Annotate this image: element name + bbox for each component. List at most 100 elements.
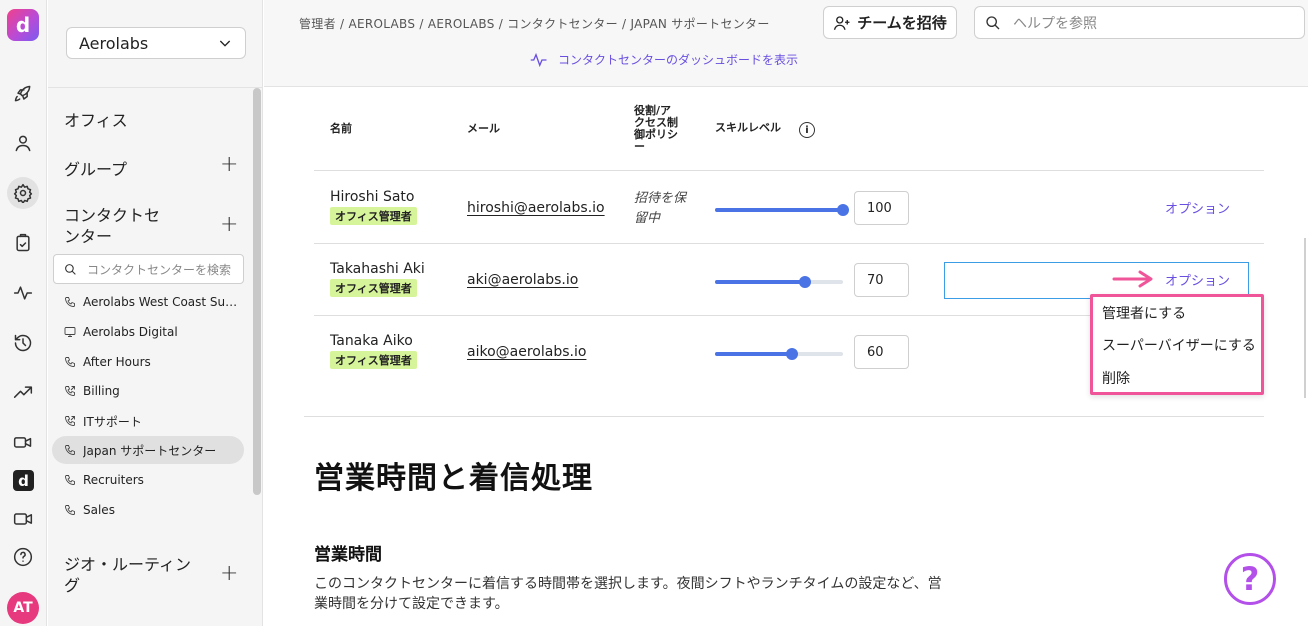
sidenav-scrollbar[interactable] <box>253 88 261 495</box>
clipboard-icon[interactable] <box>7 227 39 259</box>
member-name: Takahashi Aki <box>330 261 425 277</box>
column-header-role: 役割/ア クセス制 御ポリシ ー <box>634 105 684 153</box>
help-icon[interactable] <box>7 541 39 573</box>
skill-slider-thumb[interactable] <box>785 348 798 360</box>
nav-item-label: ITサポート <box>83 414 142 429</box>
phone-icon <box>65 297 75 307</box>
nav-section-group[interactable]: グループ <box>64 156 127 180</box>
skill-level-input[interactable]: 70 <box>854 263 909 297</box>
options-link[interactable]: オプション <box>1165 198 1230 217</box>
skill-slider[interactable] <box>715 348 843 360</box>
column-header-skill: スキルレベル <box>715 121 781 134</box>
page-header: 管理者 / AEROLABS / AEROLABS / コンタクトセンター / … <box>264 0 1308 87</box>
skill-slider[interactable] <box>715 204 849 216</box>
chevron-down-icon <box>219 40 231 47</box>
member-email-link[interactable]: aiko@aerolabs.io <box>467 344 586 360</box>
skill-slider-thumb[interactable] <box>798 276 811 288</box>
member-email-link[interactable]: hiroshi@aerolabs.io <box>467 200 605 216</box>
skill-slider[interactable] <box>715 276 843 288</box>
dialpad-app-icon[interactable]: d <box>13 470 34 491</box>
help-button[interactable]: ? <box>1224 553 1276 605</box>
nav-item-recruiters[interactable]: Recruiters <box>52 466 244 494</box>
help-search-placeholder: ヘルプを参照 <box>1013 15 1097 32</box>
rocket-icon[interactable] <box>7 78 39 110</box>
phone-icon <box>65 357 75 367</box>
trending-up-icon[interactable] <box>7 377 39 409</box>
section-title: 営業時間と着信処理 <box>314 461 593 496</box>
menu-item-delete[interactable]: 削除 <box>1102 368 1130 388</box>
member-name: Tanaka Aiko <box>330 333 413 349</box>
add-person-icon <box>834 15 850 30</box>
page-scrollbar[interactable] <box>1304 238 1306 398</box>
nav-section-contact-center[interactable]: コンタクトセンター <box>64 205 174 247</box>
monitor-icon <box>64 327 76 337</box>
phone-forward-icon <box>65 416 75 426</box>
nav-item-label: After Hours <box>83 355 151 369</box>
video-camera-icon[interactable] <box>7 426 39 458</box>
divider <box>48 87 263 88</box>
subsection-title: 営業時間 <box>314 545 382 565</box>
nav-item-west-coast[interactable]: Aerolabs West Coast Supp... <box>52 288 244 316</box>
menu-item-make-supervisor[interactable]: スーパーバイザーにする <box>1102 335 1256 355</box>
phone-icon <box>65 475 75 485</box>
skill-slider-fill <box>715 352 792 356</box>
nav-item-label: Aerolabs West Coast Supp... <box>83 295 244 309</box>
dialpad-logo[interactable]: d <box>7 9 39 41</box>
options-dropdown-menu: 管理者にする スーパーバイザーにする 削除 <box>1090 294 1264 395</box>
nav-item-billing[interactable]: Billing <box>52 377 244 405</box>
phone-forward-icon <box>65 386 75 396</box>
table-divider <box>314 243 1264 244</box>
contact-center-search-placeholder: コンタクトセンターを検索 <box>87 262 232 277</box>
nav-section-office[interactable]: オフィス <box>64 107 128 131</box>
column-header-name: 名前 <box>330 122 352 135</box>
contact-center-search[interactable]: コンタクトセンターを検索 <box>53 254 244 284</box>
options-link[interactable]: オプション <box>1165 270 1230 289</box>
nav-item-digital[interactable]: Aerolabs Digital <box>52 318 244 346</box>
search-icon <box>986 15 1000 29</box>
member-email-link[interactable]: aki@aerolabs.io <box>467 272 578 288</box>
pointer-arrow-icon <box>1112 270 1153 288</box>
pulse-icon[interactable] <box>7 277 39 309</box>
add-group-plus-icon[interactable]: + <box>220 152 238 177</box>
skill-slider-fill <box>715 280 805 284</box>
settings-gear-icon[interactable] <box>7 177 39 209</box>
skill-level-input[interactable]: 60 <box>854 335 909 369</box>
nav-item-label: Recruiters <box>83 473 144 487</box>
breadcrumb[interactable]: 管理者 / AEROLABS / AEROLABS / コンタクトセンター / … <box>299 15 770 32</box>
column-header-email: メール <box>467 122 500 135</box>
search-icon <box>65 263 76 275</box>
table-divider <box>314 170 1264 171</box>
video-icon[interactable] <box>7 503 39 535</box>
add-geo-routing-plus-icon[interactable]: + <box>220 561 238 586</box>
section-divider <box>304 416 1264 417</box>
skill-slider-fill <box>715 208 843 212</box>
nav-item-label: Billing <box>83 384 120 398</box>
organization-select[interactable]: Aerolabs <box>66 27 246 59</box>
nav-item-sales[interactable]: Sales <box>52 496 244 524</box>
nav-item-japan-support[interactable]: Japan サポートセンター <box>52 436 244 464</box>
dashboard-link[interactable]: コンタクトセンターのダッシュボードを表示 <box>530 51 798 68</box>
help-search-input[interactable]: ヘルプを参照 <box>974 6 1305 39</box>
menu-item-make-admin[interactable]: 管理者にする <box>1102 303 1186 323</box>
skill-level-input[interactable]: 100 <box>854 191 909 225</box>
nav-item-label: Japan サポートセンター <box>83 443 217 458</box>
user-avatar[interactable]: AT <box>7 592 39 624</box>
invite-team-label: チームを招待 <box>857 14 947 32</box>
member-name: Hiroshi Sato <box>330 189 415 205</box>
info-icon[interactable]: i <box>799 122 815 138</box>
skill-slider-thumb[interactable] <box>837 204 849 216</box>
nav-item-label: Aerolabs Digital <box>83 325 178 339</box>
organization-name: Aerolabs <box>79 33 149 53</box>
person-icon[interactable] <box>7 127 39 159</box>
nav-section-geo-routing[interactable]: ジオ・ルーティング <box>64 554 194 596</box>
add-contact-center-plus-icon[interactable]: + <box>220 212 238 237</box>
nav-item-after-hours[interactable]: After Hours <box>52 348 244 376</box>
nav-item-it-support[interactable]: ITサポート <box>52 407 244 435</box>
phone-icon <box>65 505 75 515</box>
invite-team-button[interactable]: チームを招待 <box>823 6 957 39</box>
column-header-role-line: ー <box>634 140 645 153</box>
icon-rail: d d AT <box>0 0 47 626</box>
section-description: このコンタクトセンターに着信する時間帯を選択します。夜間シフトやランチタイムの設… <box>314 576 942 612</box>
phone-icon <box>65 445 75 455</box>
history-icon[interactable] <box>7 327 39 359</box>
